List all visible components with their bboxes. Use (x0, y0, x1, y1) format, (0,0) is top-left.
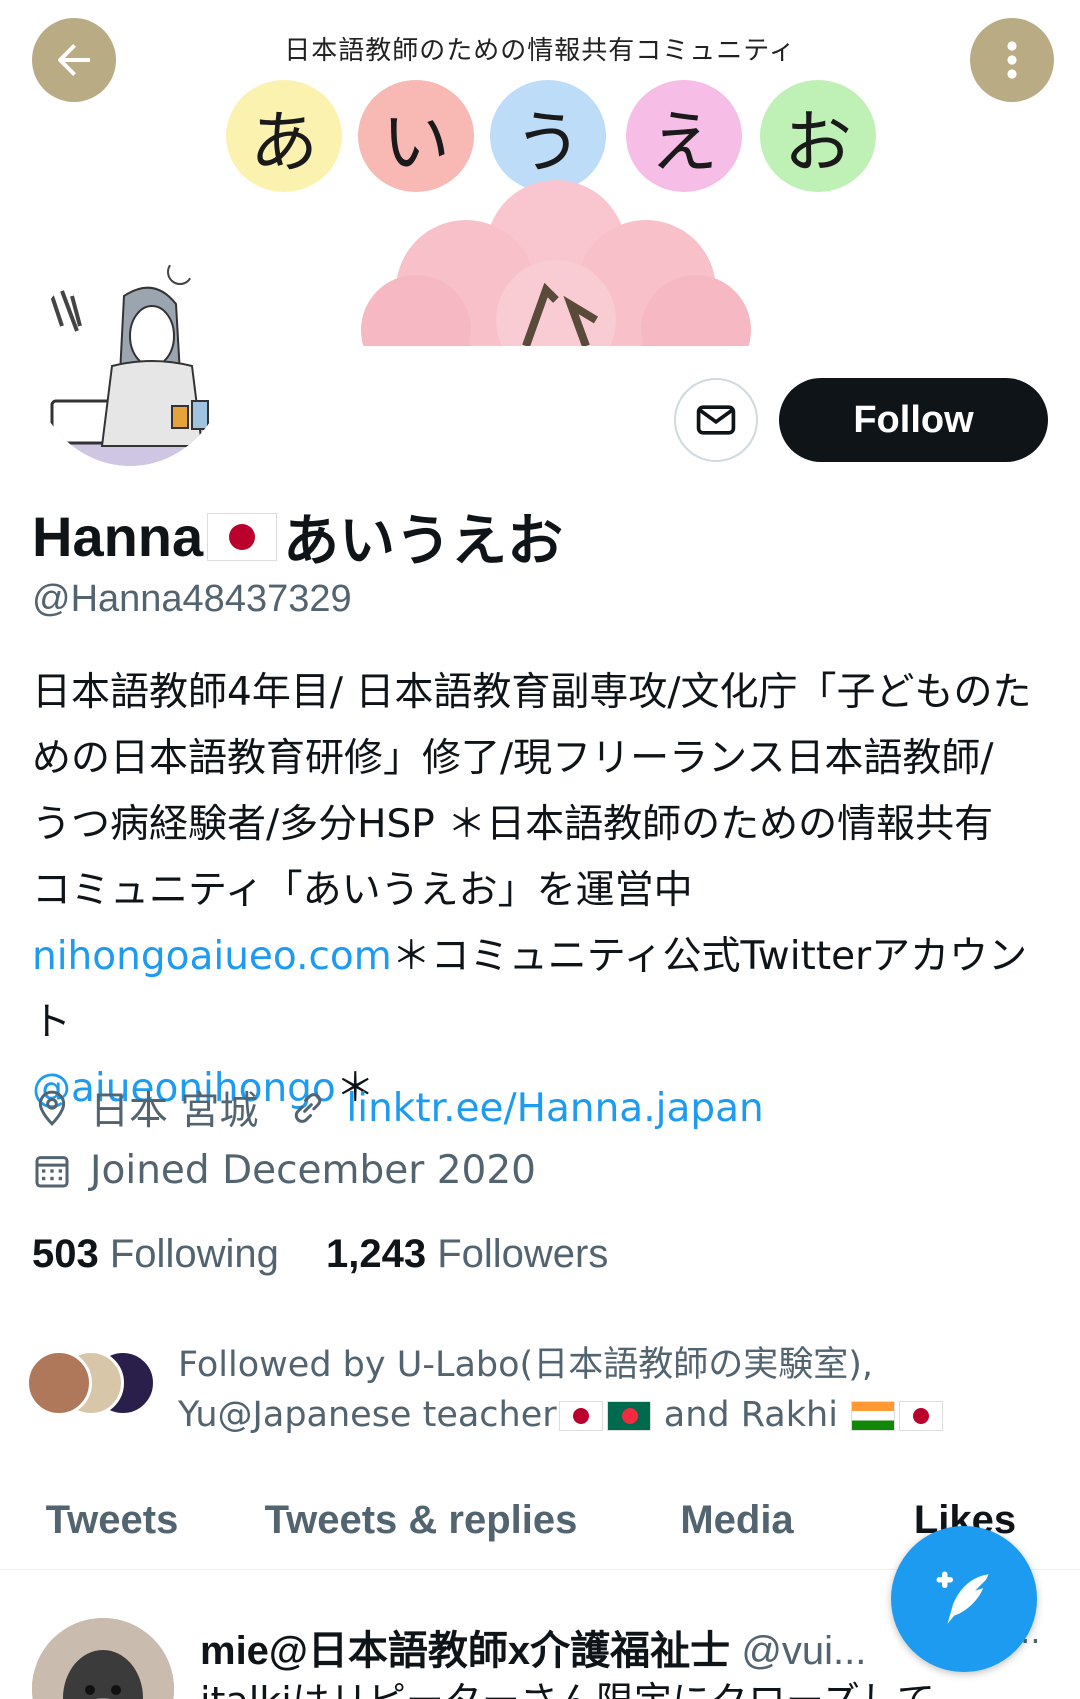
compose-tweet-button[interactable] (891, 1526, 1037, 1672)
followed-by-name: Yu@Japanese teacher (178, 1395, 557, 1435)
tweet-author[interactable]: mie@日本語教師x介護福祉士 @vui... (200, 1618, 866, 1676)
japan-flag-icon (558, 1401, 603, 1431)
banner-kana-i: い (358, 80, 474, 192)
following-count: 503 (32, 1232, 99, 1276)
japan-flag-icon (207, 512, 278, 561)
location-text: 日本 宮城 (90, 1089, 259, 1134)
profile-meta-location: 日本 宮城 linktr.ee/Hanna.japan (32, 1080, 764, 1136)
following-label: Following (109, 1232, 279, 1276)
india-flag-icon (851, 1401, 896, 1431)
profile-website-link[interactable]: linktr.ee/Hanna.japan (346, 1086, 763, 1131)
tab-tweets[interactable]: Tweets (24, 1470, 200, 1570)
back-button[interactable] (32, 18, 116, 102)
tweet-text: italkiはリピーターさん限定にクローズして (200, 1670, 935, 1699)
calendar-icon (32, 1151, 72, 1191)
follow-stats: 503 Following 1,243 Followers (32, 1232, 608, 1277)
profile-bio: 日本語教師4年目/ 日本語教育副専攻/文化庁「子どものための日本語教育研修」修了… (32, 660, 1032, 1122)
bio-text: 日本語教師4年目/ 日本語教育副専攻/文化庁「子どものための日本語教育研修」修了… (32, 670, 1032, 913)
more-vertical-icon (1007, 41, 1017, 79)
tweet-author-avatar[interactable] (32, 1618, 174, 1699)
more-options-button[interactable] (970, 18, 1054, 102)
followers-count: 1,243 (325, 1232, 427, 1276)
banner-kana-a: あ (226, 80, 342, 192)
profile-handle: @Hanna48437329 (32, 578, 352, 620)
envelope-icon (696, 405, 736, 435)
banner-kana-e: え (626, 80, 742, 192)
bangladesh-flag-icon (606, 1401, 651, 1431)
banner-title: 日本語教師のための情報共有コミュニティ (284, 36, 796, 66)
compose-feather-icon (936, 1571, 989, 1624)
tweet-author-name: mie@日本語教師x介護福祉士 (200, 1629, 731, 1673)
followed-by-text[interactable]: Followed by U-Labo(日本語教師の実験室), Yu@Japane… (178, 1340, 945, 1440)
followed-by-avatars[interactable] (26, 1350, 166, 1420)
arrow-left-icon (58, 44, 90, 76)
followed-by-name: and Rakhi (652, 1395, 850, 1435)
avatar (26, 1350, 92, 1416)
bio-website-link[interactable]: nihongoaiueo.com (32, 934, 392, 979)
follow-button[interactable]: Follow (779, 378, 1048, 462)
tab-tweets-replies[interactable]: Tweets & replies (256, 1470, 586, 1570)
link-icon (288, 1088, 328, 1128)
followed-by-line-2: Yu@Japanese teacher and Rakhi (178, 1390, 945, 1440)
tab-media[interactable]: Media (662, 1470, 812, 1570)
dog-photo (32, 1618, 174, 1699)
joined-text: Joined December 2020 (90, 1148, 536, 1193)
profile-name-text: Hanna (32, 505, 204, 568)
message-button[interactable] (674, 378, 758, 462)
profile-meta-joined: Joined December 2020 (32, 1148, 536, 1193)
profile-name-kana: あいうえお (283, 509, 564, 572)
tweet-author-handle: @vui... (741, 1629, 867, 1673)
location-pin-icon (32, 1088, 72, 1128)
banner-kana-u: う (490, 80, 606, 192)
avatar-illustration (32, 259, 228, 466)
cherry-tree-illustration (361, 180, 751, 346)
profile-avatar[interactable] (32, 256, 228, 466)
following-link[interactable]: 503 Following (32, 1232, 279, 1276)
japan-flag-icon (899, 1401, 944, 1431)
profile-name: Hanna あいうえお (32, 496, 563, 577)
followed-by-line-1: Followed by U-Labo(日本語教師の実験室), (178, 1345, 873, 1385)
followers-label: Followers (437, 1232, 609, 1276)
banner-kana-o: お (760, 80, 876, 192)
followers-link[interactable]: 1,243 Followers (326, 1232, 608, 1276)
